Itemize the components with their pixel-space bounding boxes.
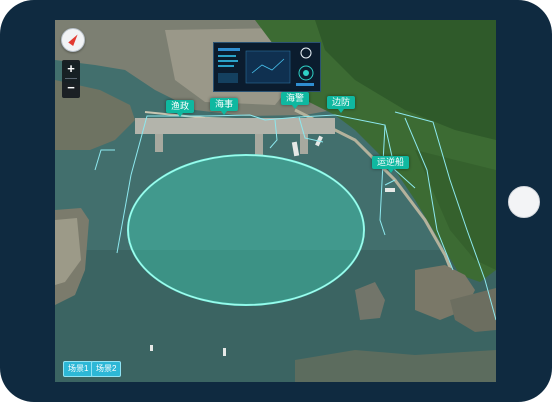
tablet-frame: + − 渔政 海事 海警 边防 运逆船 场景1 场景2	[0, 0, 552, 402]
compass-icon[interactable]	[61, 28, 85, 52]
zoom-out-button[interactable]: −	[62, 79, 80, 97]
dashboard-preview-panel[interactable]	[213, 42, 321, 92]
map-screen[interactable]: + − 渔政 海事 海警 边防 运逆船 场景1 场景2	[55, 20, 496, 382]
zoom-in-button[interactable]: +	[62, 60, 80, 78]
marker-border-defense[interactable]: 边防	[327, 96, 356, 113]
marker-fishery-admin[interactable]: 渔政	[166, 100, 195, 117]
dashboard-preview-graphic	[218, 47, 314, 86]
marker-vessel[interactable]: 运逆船	[372, 156, 410, 173]
marker-maritime-safety[interactable]: 海事	[210, 98, 239, 115]
scene-2-button[interactable]: 场景2	[91, 361, 122, 377]
compass-needle-icon	[68, 32, 81, 46]
marker-coast-guard[interactable]: 海警	[281, 92, 310, 109]
home-button[interactable]	[508, 186, 540, 218]
scene-1-button[interactable]: 场景1	[63, 361, 94, 377]
zoom-control: + −	[62, 60, 80, 98]
